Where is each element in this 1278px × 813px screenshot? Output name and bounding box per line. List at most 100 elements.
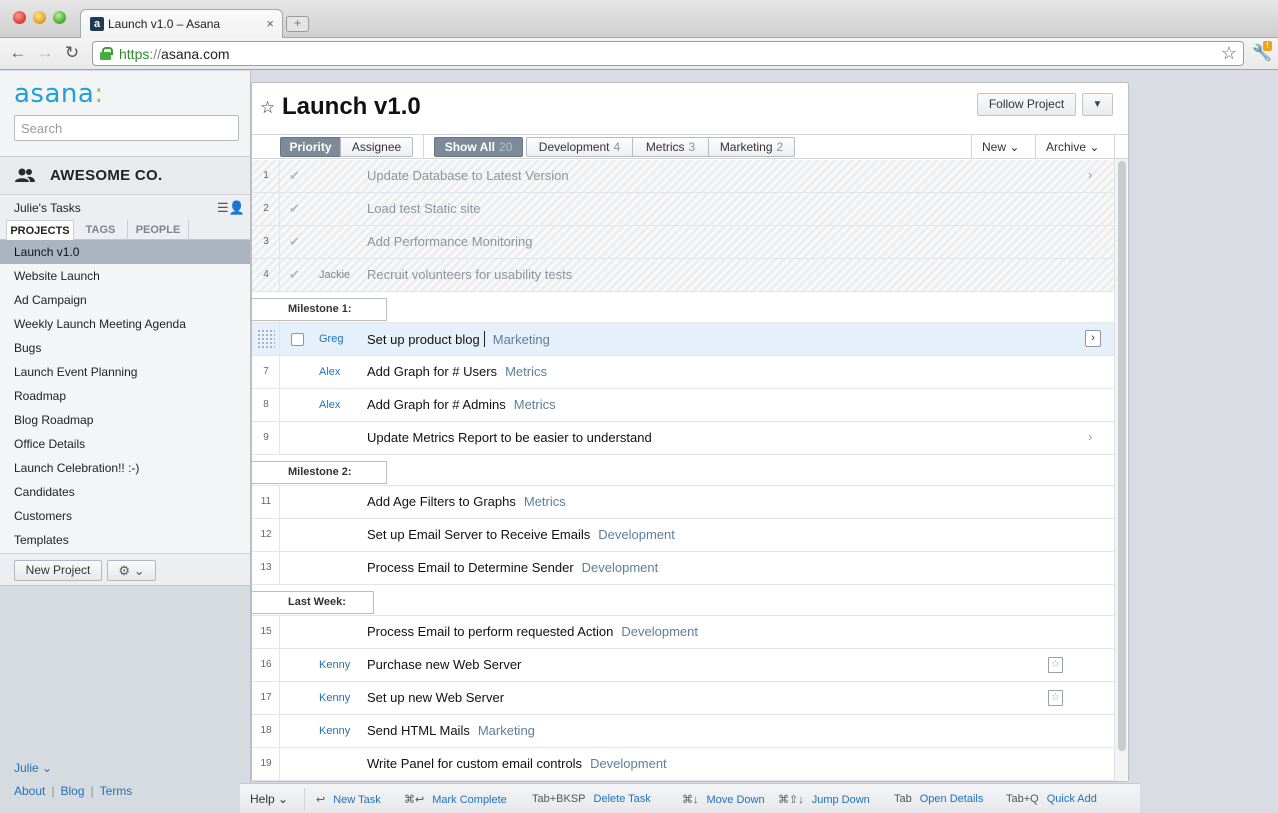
task-name[interactable]: Write Panel for custom email controls Dev… <box>367 756 667 771</box>
task-row[interactable]: 2 ✔ Load test Static site <box>252 193 1116 226</box>
view-priority-button[interactable]: Priority <box>280 137 341 157</box>
task-row[interactable]: 11 Add Age Filters to Graphs Metrics <box>252 486 1116 519</box>
drag-handle-icon[interactable] <box>257 329 275 349</box>
task-name[interactable]: Add Graph for # Users Metrics <box>367 364 547 379</box>
section-label[interactable]: Milestone 1: <box>252 298 387 321</box>
sidebar-item-project[interactable]: Roadmap <box>0 384 250 408</box>
search-input[interactable]: Search <box>14 115 239 141</box>
view-assignee-button[interactable]: Assignee <box>340 137 413 157</box>
sidebar-item-project[interactable]: Templates <box>0 528 250 552</box>
sidebar-item-project[interactable]: Blog Roadmap <box>0 408 250 432</box>
task-row[interactable]: 4 ✔ Jackie Recruit volunteers for usability… <box>252 259 1116 292</box>
tab-projects[interactable]: PROJECTS <box>6 220 74 240</box>
window-close-button[interactable] <box>13 11 26 24</box>
task-assignee[interactable]: Kenny <box>319 692 350 704</box>
help-menu-button[interactable]: Help ⌄ <box>250 792 288 806</box>
new-project-button[interactable]: New Project <box>14 560 102 581</box>
task-name[interactable]: Recruit volunteers for usability tests <box>367 267 572 282</box>
task-assignee[interactable]: Alex <box>319 366 340 378</box>
sidebar-item-project[interactable]: Office Details <box>0 432 250 456</box>
task-row[interactable]: 17 Kenny Set up new Web Server ☆ <box>252 682 1116 715</box>
task-row[interactable]: 15 Process Email to perform requested Act… <box>252 616 1116 649</box>
task-tag[interactable]: Metrics <box>505 364 547 379</box>
workspace-header[interactable]: AWESOME CO. <box>0 157 250 195</box>
sidebar-item-project[interactable]: Launch Event Planning <box>0 360 250 384</box>
about-link[interactable]: About <box>14 784 45 798</box>
task-assignee[interactable]: Jackie <box>319 269 350 281</box>
shortcut-action[interactable]: Delete Task <box>594 793 651 805</box>
checkmark-icon[interactable]: ✔ <box>289 234 300 250</box>
task-name[interactable]: Process Email to Determine Sender Develop… <box>367 560 658 575</box>
forward-arrow-icon[interactable]: → <box>35 43 55 63</box>
tab-people[interactable]: PEOPLE <box>128 220 189 240</box>
task-row[interactable]: 7 Alex Add Graph for # Users Metrics <box>252 356 1116 389</box>
task-row[interactable]: 16 Kenny Purchase new Web Server ☆ <box>252 649 1116 682</box>
shortcut-item[interactable]: ⌘⇧↓ Jump Down <box>778 793 870 806</box>
task-row[interactable]: 12 Set up Email Server to Receive Emails D… <box>252 519 1116 552</box>
browser-tab[interactable]: a Launch v1.0 – Asana × <box>80 9 283 39</box>
task-tag[interactable]: Metrics <box>514 397 556 412</box>
shortcut-action[interactable]: Mark Complete <box>432 794 507 806</box>
sidebar-item-project[interactable]: Customers <box>0 504 250 528</box>
task-assignee[interactable]: Alex <box>319 399 340 411</box>
checkmark-icon[interactable]: ✔ <box>289 201 300 217</box>
task-name[interactable]: Send HTML Mails Marketing <box>367 723 535 738</box>
task-list-scrollbar[interactable] <box>1114 159 1128 781</box>
task-name[interactable]: Load test Static site <box>367 201 480 216</box>
tab-close-icon[interactable]: × <box>266 16 274 31</box>
task-row[interactable]: 9 Update Metrics Report to be easier to u… <box>252 422 1116 455</box>
filter-development-button[interactable]: Development 4 <box>526 137 633 157</box>
task-name[interactable]: Set up product blog Marketing <box>367 331 550 347</box>
asana-logo[interactable]: asana: <box>14 79 104 109</box>
tab-tags[interactable]: TAGS <box>74 220 128 240</box>
bookmark-star-icon[interactable]: ☆ <box>1221 43 1237 64</box>
back-arrow-icon[interactable]: ← <box>8 43 28 63</box>
task-name[interactable]: Add Age Filters to Graphs Metrics <box>367 494 566 509</box>
sidebar-item-project[interactable]: Candidates <box>0 480 250 504</box>
follow-project-button[interactable]: Follow Project <box>977 93 1076 116</box>
terms-link[interactable]: Terms <box>100 784 133 798</box>
new-menu-button[interactable]: New ⌄ <box>982 140 1019 154</box>
chevron-right-icon[interactable]: › <box>1088 429 1092 444</box>
task-name[interactable]: Add Graph for # Admins Metrics <box>367 397 556 412</box>
task-tag[interactable]: Development <box>621 624 698 639</box>
section-label[interactable]: Milestone 2: <box>252 461 387 484</box>
task-name[interactable]: Set up new Web Server <box>367 690 504 705</box>
task-row[interactable]: Greg Set up product blog Marketing › <box>252 323 1116 356</box>
shortcut-item[interactable]: ⌘↓ Move Down <box>682 793 765 806</box>
project-options-button[interactable]: ▼ <box>1082 93 1113 116</box>
chevron-right-icon[interactable]: › <box>1088 167 1092 182</box>
task-row[interactable]: 3 ✔ Add Performance Monitoring <box>252 226 1116 259</box>
shortcut-action[interactable]: New Task <box>333 794 380 806</box>
task-assignee[interactable]: Greg <box>319 333 343 345</box>
shortcut-action[interactable]: Open Details <box>920 793 984 805</box>
sidebar-item-project[interactable]: Ad Campaign <box>0 288 250 312</box>
shortcut-action[interactable]: Jump Down <box>812 794 870 806</box>
scrollbar-thumb[interactable] <box>1118 161 1126 751</box>
address-bar[interactable]: https://asana.com ☆ <box>92 41 1244 66</box>
checkmark-icon[interactable]: ✔ <box>289 168 300 184</box>
task-tag[interactable]: Metrics <box>524 494 566 509</box>
filter-show-all-button[interactable]: Show All 20 <box>434 137 523 157</box>
shortcut-item[interactable]: ↩ New Task <box>316 793 381 806</box>
sidebar-item-project[interactable]: Bugs <box>0 336 250 360</box>
shortcut-item[interactable]: Tab Open Details <box>894 793 983 805</box>
shortcut-item[interactable]: Tab+Q Quick Add <box>1006 793 1097 805</box>
calendar-icon[interactable]: ☆ <box>1048 690 1063 706</box>
task-assignee[interactable]: Kenny <box>319 659 350 671</box>
task-tag[interactable]: Marketing <box>493 332 550 347</box>
task-assignee[interactable]: Kenny <box>319 725 350 737</box>
open-details-button[interactable]: › <box>1085 330 1101 347</box>
section-label[interactable]: Last Week: <box>252 591 374 614</box>
task-checkbox[interactable] <box>291 333 304 346</box>
task-row[interactable]: 1 ✔ Update Database to Latest Version › <box>252 160 1116 193</box>
task-row[interactable]: 13 Process Email to Determine Sender Devel… <box>252 552 1116 585</box>
task-name[interactable]: Add Performance Monitoring <box>367 234 532 249</box>
blog-link[interactable]: Blog <box>60 784 84 798</box>
window-maximize-button[interactable] <box>53 11 66 24</box>
task-tag[interactable]: Development <box>590 756 667 771</box>
sidebar-item-project[interactable]: Website Launch <box>0 264 250 288</box>
task-tag[interactable]: Development <box>582 560 659 575</box>
sidebar-item-project[interactable]: Launch Celebration!! :-) <box>0 456 250 480</box>
settings-menu-button[interactable]: ⚙ ⌄ <box>107 560 156 581</box>
